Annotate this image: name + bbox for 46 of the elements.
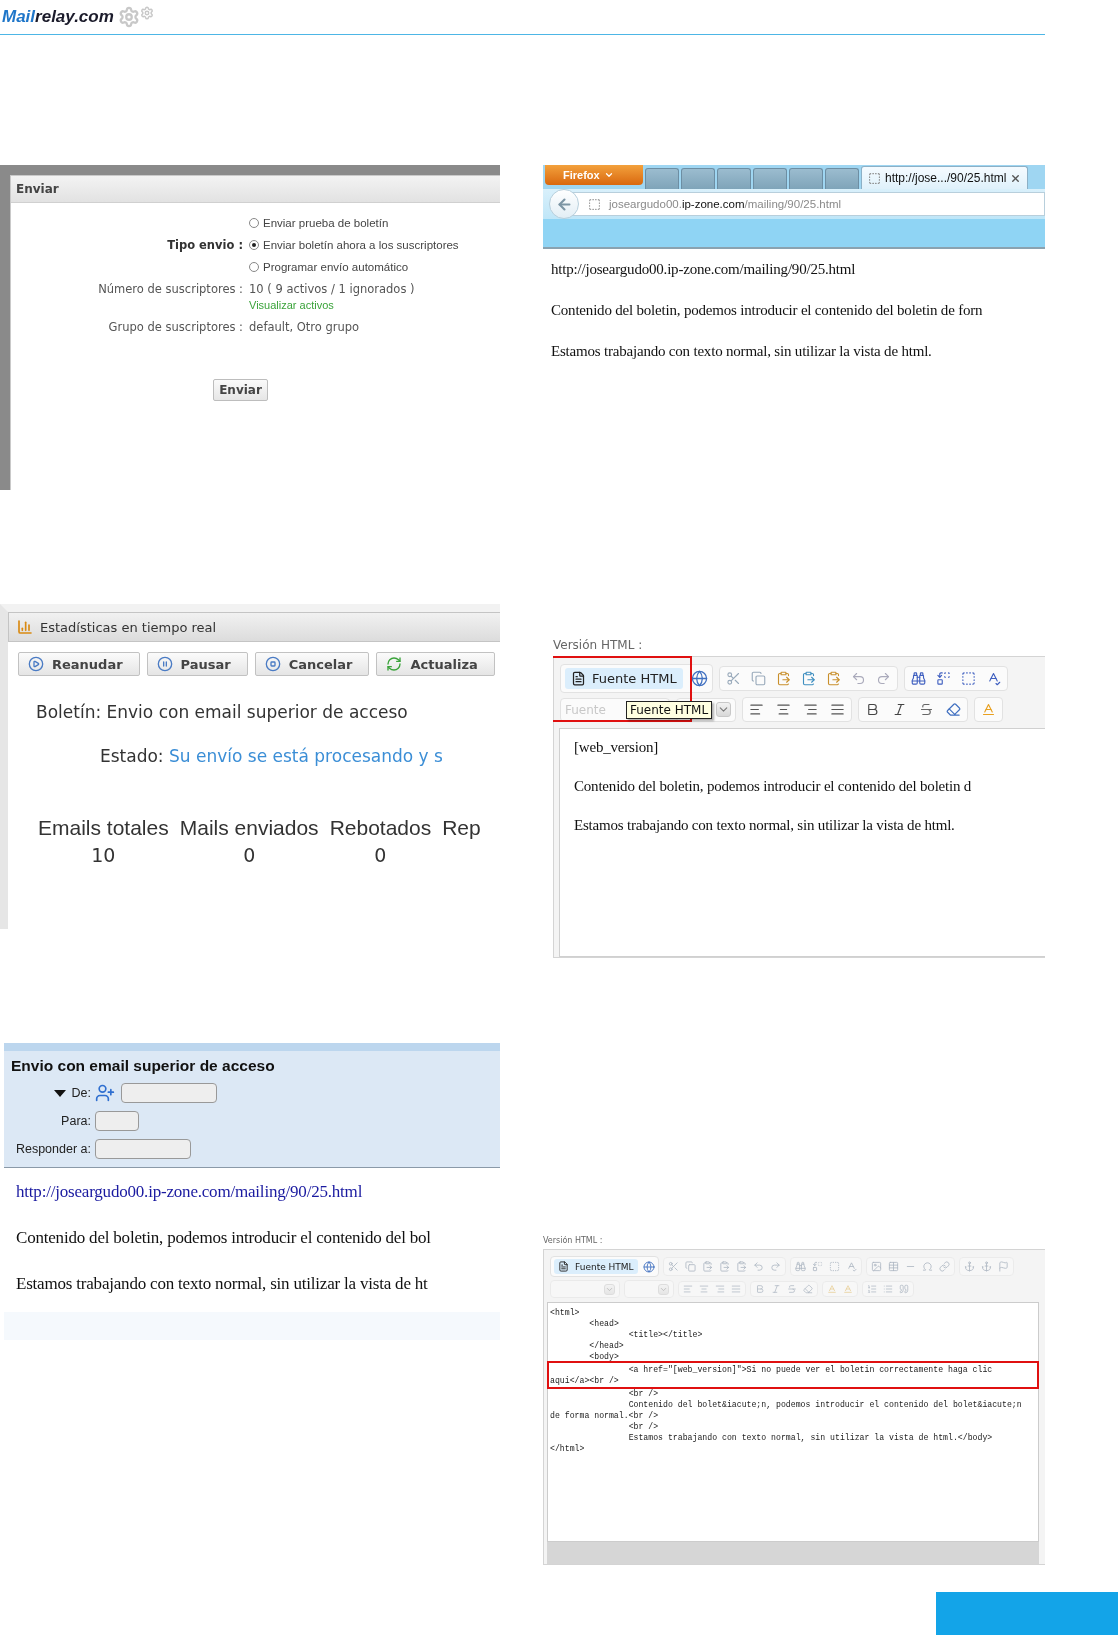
field-label: Versión HTML : <box>553 638 644 652</box>
radio-label: Programar envío automático <box>263 261 409 273</box>
field-label: Número de suscriptores : <box>97 282 243 296</box>
logo: Mailrelay.com <box>2 7 114 27</box>
dialog-title: Enviar <box>11 176 500 203</box>
code-line: <html> <box>550 1307 581 1318</box>
radio-label: Enviar boletín ahora a los suscriptores <box>263 239 459 251</box>
code-line: Estamos trabajando con texto normal, sin utilizar la vista de html.</body> <box>627 1432 994 1443</box>
stat-label: Rep <box>442 816 481 840</box>
message-subject: Envio con email superior de acceso <box>11 1057 276 1075</box>
field-label: Grupo de suscriptores : <box>107 320 243 334</box>
editor-text: Estamos trabajando con texto normal, sin utilizar la vista de html. <box>574 817 956 834</box>
code-line: Contenido del bolet&iacute;n, podemos introducir el contenido del bolet&iacute;n de forma normal.<br /> <box>550 1399 1023 1421</box>
radio-label: Enviar prueba de boletín <box>263 217 389 229</box>
page-text: Contenido del boletin, podemos introducir el contenido del boletin de forn <box>551 302 984 319</box>
code-line: </head> <box>588 1340 625 1351</box>
code-line: <title></title> <box>627 1329 704 1340</box>
field-label: Para: <box>61 1114 91 1128</box>
code-line: <br /> <box>627 1421 660 1432</box>
page-text: Estamos trabajando con texto normal, sin utilizar la vista de html. <box>551 343 933 360</box>
stat-value: 10 <box>91 844 116 866</box>
code-line: <head> <box>588 1318 620 1329</box>
editor-text: [web_version] <box>574 739 660 756</box>
editor-text: Contenido del boletin, podemos introducir el contenido del boletin d <box>574 778 973 795</box>
field-label: Versión HTML : <box>543 1236 604 1245</box>
stat-value: 0 <box>243 844 256 866</box>
status-line: Estado: Su envío se está procesando y s <box>99 745 444 766</box>
message-text: Contenido del boletin, podemos introducir el contenido del bol <box>16 1228 432 1248</box>
field-value: 10 ( 9 activos / 1 ignorados ) <box>249 282 416 296</box>
field-label: Tipo envio : <box>166 238 243 252</box>
field-label: Responder a: <box>15 1142 91 1156</box>
page-text: http://joseargudo00.ip-zone.com/mailing/90/25.html <box>551 261 857 278</box>
code-line: </html> <box>550 1443 586 1454</box>
field-value: default, Otro grupo <box>249 320 361 334</box>
code-line: <body> <box>588 1351 620 1362</box>
stat-value: 0 <box>374 844 387 866</box>
stat-label: Rebotados <box>329 816 432 840</box>
code-line: <br /> <box>627 1388 660 1399</box>
panel-title: Estadísticas en tiempo real <box>40 619 217 635</box>
stat-label: Emails totales <box>38 816 169 840</box>
tooltip: Fuente HTML <box>626 701 713 719</box>
newsletter-name: Boletín: Envio con email superior de acceso <box>35 701 409 722</box>
message-text: Estamos trabajando con texto normal, sin utilizar la vista de ht <box>16 1274 429 1294</box>
code-line: <a href="[web_version]">Si no puede ver el boletin correctamente haga clic aqui</a><br /> <box>550 1364 1036 1386</box>
field-label: De: <box>71 1086 91 1100</box>
stat-label: Mails enviados <box>179 816 319 840</box>
